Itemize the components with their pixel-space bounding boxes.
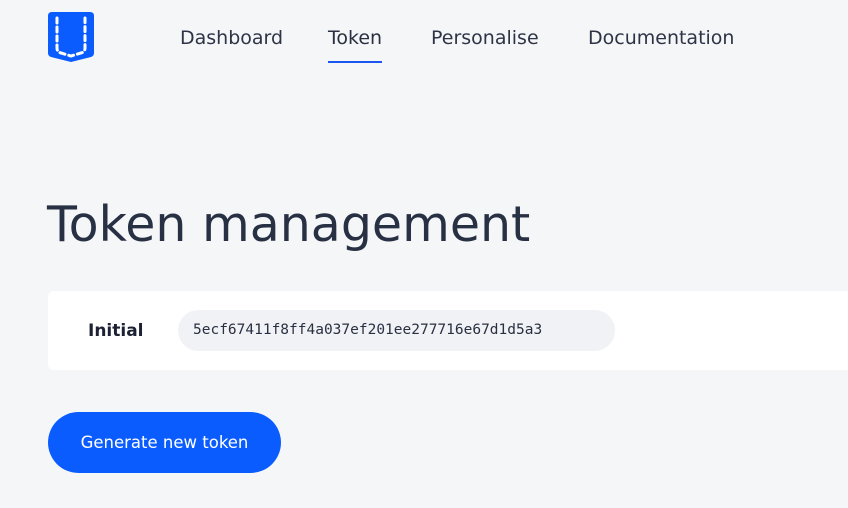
nav-item-label: Personalise <box>431 27 539 49</box>
token-name: Initial <box>88 321 144 341</box>
nav-item-label: Token <box>328 27 383 49</box>
active-tab-underline <box>328 61 383 63</box>
nav-item-label: Dashboard <box>180 27 284 49</box>
main-navigation: Dashboard Token Personalise Documentatio… <box>0 0 848 70</box>
generate-new-token-button[interactable]: Generate new token <box>48 412 281 473</box>
page-title: Token management <box>47 196 531 253</box>
nav-item-label: Documentation <box>588 27 735 49</box>
nav-item-personalise[interactable]: Personalise <box>431 26 539 50</box>
nav-item-documentation[interactable]: Documentation <box>588 26 734 50</box>
token-value[interactable]: 5ecf67411f8ff4a037ef201ee277716e67d1d5a3 <box>178 310 615 351</box>
token-row: Initial 5ecf67411f8ff4a037ef201ee277716e… <box>48 291 848 370</box>
nav-item-token[interactable]: Token <box>328 26 383 63</box>
nav-item-dashboard[interactable]: Dashboard <box>180 26 283 50</box>
